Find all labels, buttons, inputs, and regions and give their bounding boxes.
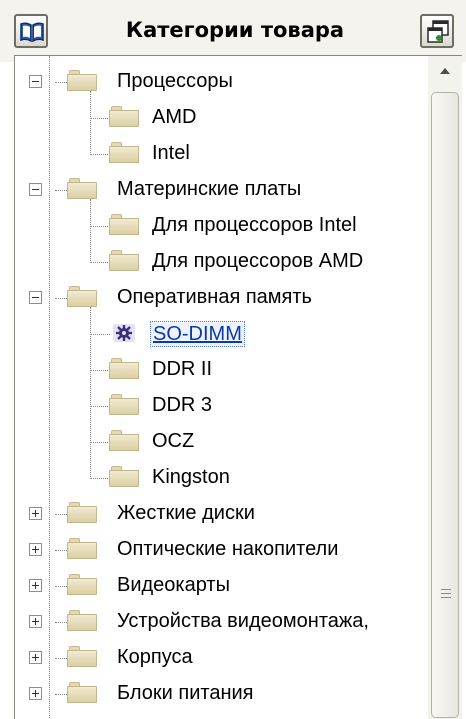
category-panel: Процессоры AMD Intel Материнские платы Д…	[14, 55, 462, 719]
tree-node-label: Kingston	[152, 466, 230, 488]
tree-node-video-editing[interactable]: Устройства видеомонтажа,	[15, 604, 423, 640]
folder-icon	[109, 393, 139, 417]
window-icon	[427, 20, 449, 43]
tree-node-ddr2[interactable]: DDR II	[15, 352, 425, 388]
tree-node-kingston[interactable]: Kingston	[15, 460, 425, 496]
tree-node-label-selected: SO-DIMM	[150, 321, 245, 347]
folder-icon	[109, 249, 139, 273]
gear-icon	[109, 321, 139, 345]
window-button[interactable]	[420, 14, 454, 48]
tree-node-cases[interactable]: Корпуса	[15, 640, 423, 676]
expand-toggle-icon[interactable]	[29, 687, 42, 700]
category-tree: Процессоры AMD Intel Материнские платы Д…	[15, 56, 427, 719]
expand-toggle-icon[interactable]	[29, 543, 42, 556]
collapse-toggle-icon[interactable]	[29, 75, 42, 88]
tree-node-motherboards[interactable]: Материнские платы	[15, 172, 423, 208]
book-button[interactable]	[14, 14, 48, 48]
tree-node-ocz[interactable]: OCZ	[15, 424, 425, 460]
folder-icon	[109, 465, 139, 489]
tree-node-label: Корпуса	[117, 646, 193, 668]
folder-icon	[67, 69, 97, 93]
scroll-thumb[interactable]	[431, 92, 459, 718]
folder-icon	[67, 645, 97, 669]
tree-node-processors[interactable]: Процессоры	[15, 64, 423, 100]
panel-header: Категории товара	[0, 0, 466, 62]
panel-title: Категории товара	[125, 18, 345, 42]
tree-node-so-dimm[interactable]: SO-DIMM	[15, 316, 425, 352]
tree-node-intel[interactable]: Intel	[15, 136, 425, 172]
expand-toggle-icon[interactable]	[29, 507, 42, 520]
tree-node-label: DDR 3	[152, 394, 213, 416]
folder-icon	[67, 609, 97, 633]
vertical-scrollbar[interactable]	[428, 56, 462, 719]
folder-icon	[67, 177, 97, 201]
tree-node-label: Блоки питания	[117, 682, 254, 704]
folder-icon	[109, 357, 139, 381]
folder-icon	[67, 537, 97, 561]
tree-node-label: Устройства видеомонтажа,	[117, 610, 369, 632]
tree-node-label: Для процессоров AMD	[152, 250, 364, 272]
tree-node-label: DDR II	[152, 358, 212, 380]
tree-node-label: Для процессоров Intel	[152, 214, 357, 236]
tree-node-label: Жесткие диски	[117, 502, 255, 524]
scroll-grip-icon	[441, 589, 451, 601]
tree-node-label: Видеокарты	[117, 574, 230, 596]
collapse-toggle-icon[interactable]	[29, 183, 42, 196]
tree-node-ram[interactable]: Оперативная память	[15, 280, 423, 316]
folder-icon	[109, 141, 139, 165]
folder-icon	[109, 213, 139, 237]
tree-node-ddr3[interactable]: DDR 3	[15, 388, 425, 424]
tree-node-label: Процессоры	[117, 70, 233, 92]
tree-node-label: OCZ	[152, 430, 195, 452]
folder-icon	[109, 105, 139, 129]
folder-icon	[67, 681, 97, 705]
expand-toggle-icon[interactable]	[29, 579, 42, 592]
tree-node-optical[interactable]: Оптические накопители	[15, 532, 423, 568]
scroll-up-arrow-icon	[440, 68, 450, 74]
tree-node-hdd[interactable]: Жесткие диски	[15, 496, 423, 532]
tree-node-amd[interactable]: AMD	[15, 100, 425, 136]
tree-node-label: Intel	[152, 142, 190, 164]
folder-icon	[109, 429, 139, 453]
tree-node-label: Оптические накопители	[117, 538, 339, 560]
collapse-toggle-icon[interactable]	[29, 291, 42, 304]
expand-toggle-icon[interactable]	[29, 651, 42, 664]
tree-node-label: AMD	[152, 106, 197, 128]
expand-toggle-icon[interactable]	[29, 615, 42, 628]
folder-icon	[67, 573, 97, 597]
tree-node-label: Материнские платы	[117, 178, 302, 200]
tree-node-psu[interactable]: Блоки питания	[15, 676, 423, 712]
tree-node-for-intel[interactable]: Для процессоров Intel	[15, 208, 425, 244]
folder-icon	[67, 285, 97, 309]
tree-node-for-amd[interactable]: Для процессоров AMD	[15, 244, 425, 280]
folder-icon	[67, 501, 97, 525]
tree-node-label: Оперативная память	[117, 286, 312, 308]
scroll-up-button[interactable]	[428, 56, 462, 90]
tree-node-video-cards[interactable]: Видеокарты	[15, 568, 423, 604]
book-icon	[20, 22, 44, 43]
